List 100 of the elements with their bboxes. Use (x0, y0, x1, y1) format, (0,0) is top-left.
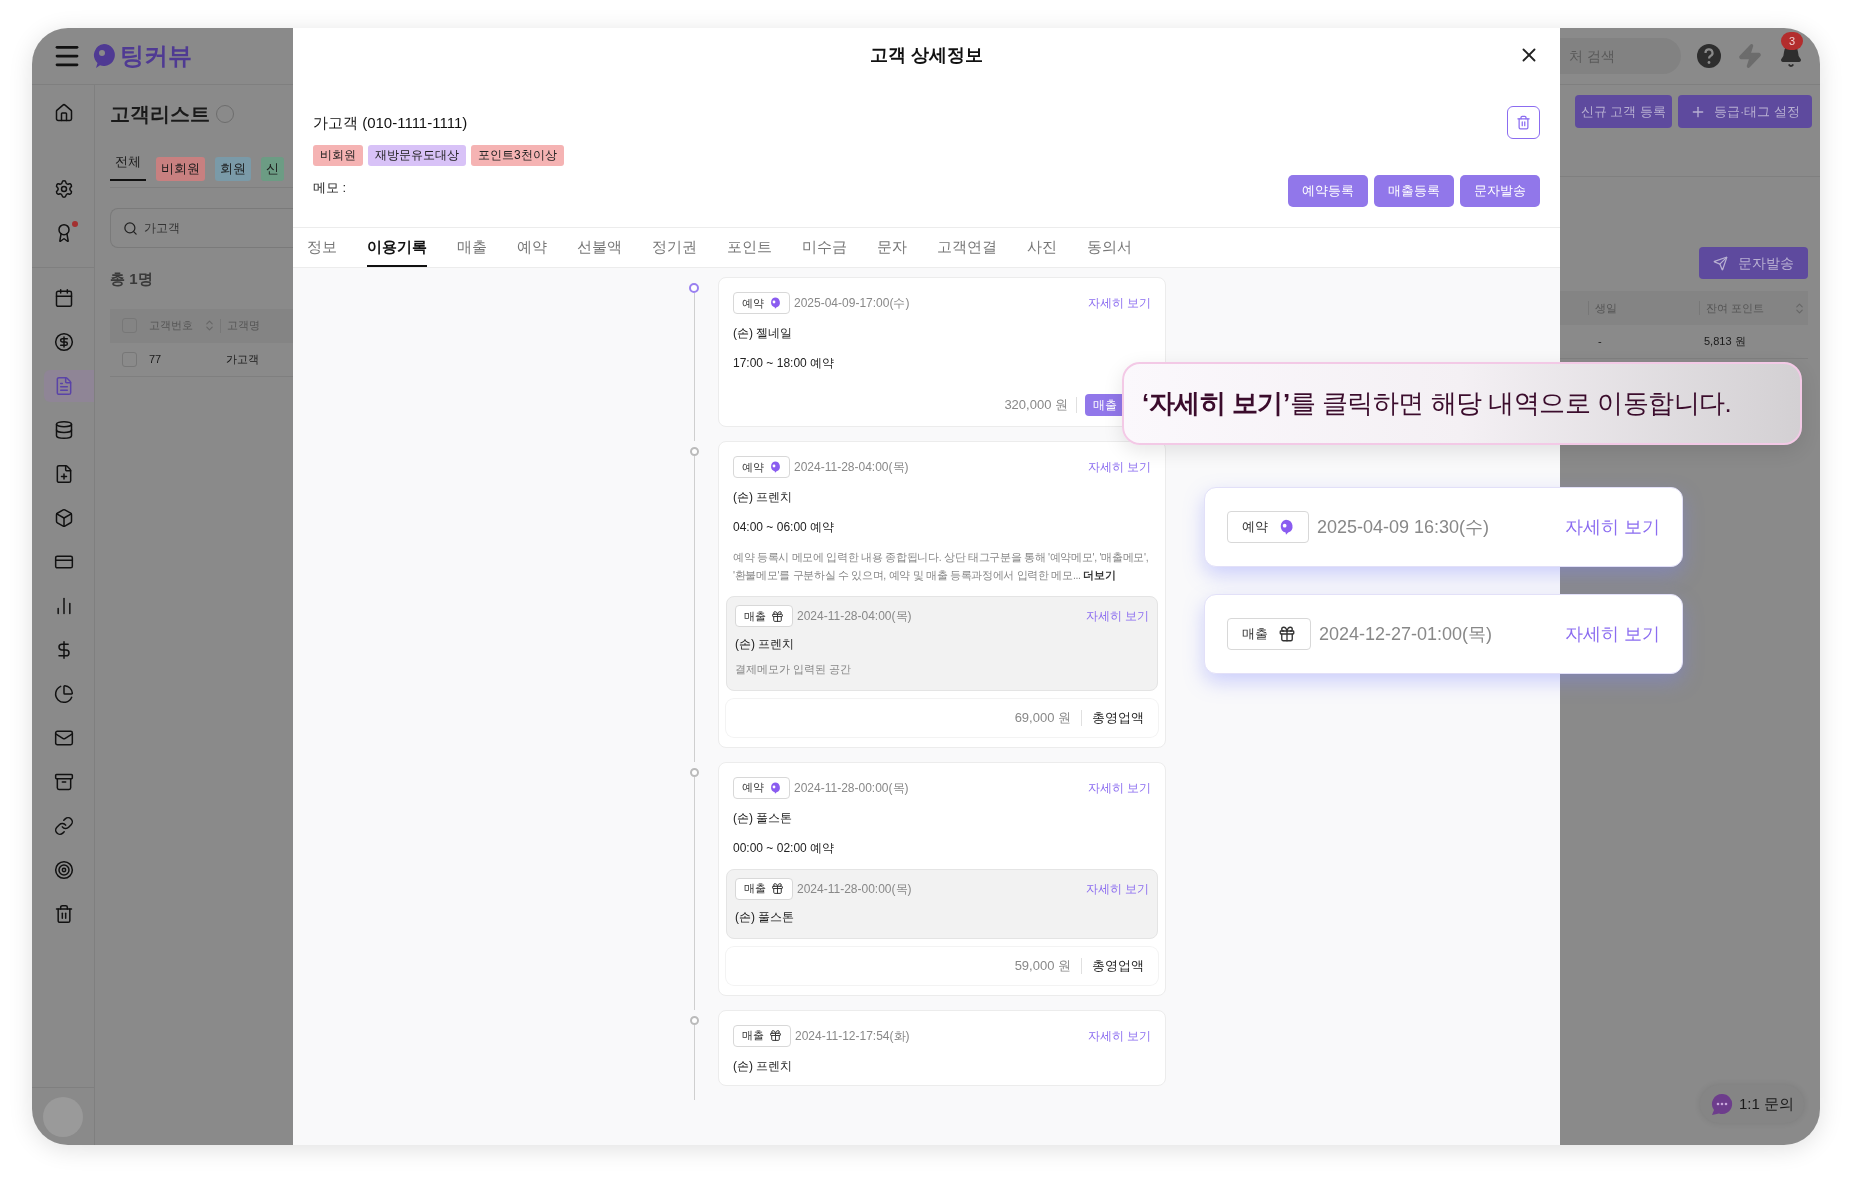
pin-icon (769, 297, 781, 309)
gift-icon (1278, 625, 1296, 643)
notification-count: 3 (1781, 32, 1803, 50)
more-link[interactable]: 더보기 (1083, 569, 1116, 581)
action-button[interactable]: 문자발송 (1460, 175, 1540, 207)
service-name: (손) 젤네일 (733, 325, 794, 342)
detail-tab[interactable]: 동의서 (1087, 229, 1132, 267)
record-date: 2025-04-09-17:00(수) (794, 295, 910, 312)
type-badge: 예약 (733, 776, 790, 799)
reservation-time: 00:00 ~ 02:00 예약 (733, 839, 836, 857)
detail-tab[interactable]: 포인트 (727, 229, 772, 267)
document-icon (54, 376, 74, 396)
total-label: 총영업액 (1092, 708, 1144, 727)
pie-chart-icon (54, 684, 74, 704)
details-link[interactable]: 자세히 보기 (1085, 607, 1149, 625)
record-date: 2024-11-28-00:00(목) (797, 880, 912, 898)
new-customer-button[interactable]: 신규 고객 등록 (1574, 95, 1673, 128)
details-link[interactable]: 자세히 보기 (1087, 778, 1151, 797)
gift-icon (771, 609, 784, 623)
type-badge: 예약 (733, 292, 790, 314)
detail-tab[interactable]: 매출 (457, 229, 487, 267)
settings-icon (54, 179, 74, 199)
reservation-time: 17:00 ~ 18:00 예약 (733, 355, 836, 372)
chat-icon (1710, 1092, 1734, 1116)
type-badge: 매출 (735, 605, 793, 627)
detail-tab[interactable]: 정기권 (652, 229, 697, 267)
send-message-button[interactable]: 문자발송 (1699, 247, 1808, 279)
record-date: 2024-11-28-00:00(목) (794, 779, 909, 797)
pin-icon (1278, 519, 1294, 535)
type-badge: 예약 (1227, 511, 1309, 543)
memo-text: 예약 등록시 메모에 입력한 내용 종합됩니다. 상단 태그구분을 통해 '예약메모', '매출메모', '환불메모'를 구분하실 수 있으며, 예약 및 매출 등록과정에서 입력한 메모... 더보기 (733, 550, 1150, 583)
service-name: (손) 프렌치 (735, 636, 796, 653)
archive-icon (54, 772, 74, 792)
total-label: 총영업액 (1092, 956, 1144, 975)
action-button[interactable]: 예약등록 (1288, 175, 1368, 207)
service-name: (손) 프렌치 (733, 489, 794, 506)
reservation-time: 04:00 ~ 06:00 예약 (733, 519, 836, 536)
home-icon (54, 103, 74, 123)
bar-chart-icon (54, 596, 74, 616)
detail-tab[interactable]: 문자 (877, 229, 907, 267)
details-link[interactable]: 자세히 보기 (1087, 294, 1151, 312)
filter-tab[interactable]: 신 (261, 157, 284, 181)
amount: 59,000 원 (1014, 956, 1071, 975)
service-name: (손) 풀스톤 (733, 809, 794, 827)
logo-text: 팅커뷰 (120, 41, 192, 71)
record-date: 2024-11-12-17:54(화) (795, 1027, 910, 1045)
box-icon (54, 508, 74, 528)
detail-tab[interactable]: 정보 (307, 229, 337, 267)
detail-tab[interactable]: 고객연결 (937, 229, 997, 267)
filter-tab[interactable]: 전체 (110, 151, 146, 181)
pin-icon (769, 461, 781, 473)
table-cell-text: 가고객 (226, 351, 259, 367)
service-name: (손) 프렌치 (733, 1057, 794, 1075)
card-icon (54, 552, 74, 572)
type-badge: 예약 (733, 456, 790, 478)
details-link[interactable]: 자세히 보기 (1565, 513, 1660, 541)
record-date: 2024-11-28-04:00(목) (794, 459, 909, 476)
type-badge: 매출 (1227, 618, 1311, 650)
type-badge: 매출 (735, 877, 793, 900)
filter-tab[interactable]: 비회원 (156, 157, 205, 181)
details-link[interactable]: 자세히 보기 (1565, 620, 1660, 648)
calendar-icon (54, 288, 74, 308)
detail-tab[interactable]: 예약 (517, 229, 547, 267)
details-link[interactable]: 자세히 보기 (1087, 458, 1151, 476)
record-date: 2024-12-27-01:00(목) (1319, 622, 1493, 646)
record-date: 2025-04-09 16:30(수) (1317, 515, 1490, 539)
database-icon (54, 420, 74, 440)
pin-icon (769, 781, 781, 794)
delete-button[interactable] (1507, 106, 1540, 139)
coin-icon (54, 332, 74, 352)
mail-icon (54, 728, 74, 748)
link-icon (54, 816, 74, 836)
record-date: 2024-11-28-04:00(목) (797, 608, 912, 625)
table-cell-text: 5,813 원 (1704, 334, 1746, 350)
details-link[interactable]: 자세히 보기 (1087, 1026, 1151, 1045)
inquiry-button[interactable]: 1:1 문의 (1700, 1085, 1805, 1123)
amount: 320,000 원 (1004, 396, 1068, 415)
table-cell-text: 77 (149, 351, 163, 367)
page-title: 고객리스트 (110, 102, 210, 127)
filter-tab[interactable]: 회원 (215, 157, 251, 181)
service-name: (손) 풀스톤 (735, 908, 796, 926)
logo-icon (92, 43, 116, 69)
customer-tag: 비회원 (313, 144, 363, 166)
action-button[interactable]: 매출등록 (1374, 175, 1454, 207)
search-icon (123, 220, 138, 236)
gift-icon (769, 1029, 782, 1042)
details-link[interactable]: 자세히 보기 (1085, 879, 1149, 898)
detail-tab[interactable]: 미수금 (802, 229, 847, 267)
trash-icon (54, 904, 74, 924)
gift-icon (771, 882, 784, 895)
detail-tab[interactable]: 사진 (1027, 229, 1057, 267)
grade-tag-settings-button[interactable]: 등급·태그 설정 (1678, 95, 1812, 128)
modal-title: 고객 상세정보 (870, 43, 983, 67)
detail-tab[interactable]: 선불액 (577, 229, 622, 267)
target-icon (54, 860, 74, 880)
trash-icon (1516, 115, 1531, 130)
file-plus-icon (54, 464, 74, 484)
memo-label: 메모 : (313, 178, 348, 197)
payment-memo: 결제메모가 입력된 공간 (735, 662, 853, 677)
customer-name: 가고객 (010-1111-1111) (313, 113, 469, 133)
